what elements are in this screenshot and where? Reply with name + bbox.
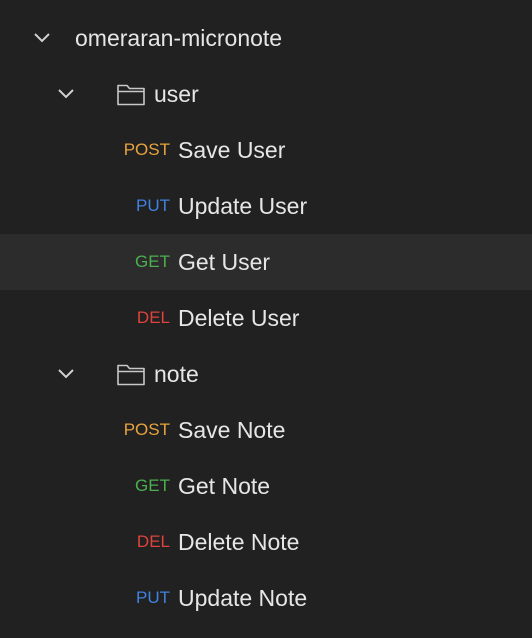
request-name: Update Note (178, 585, 308, 611)
request-name: Save Note (178, 417, 286, 443)
request-item[interactable]: POST Save Note (0, 402, 532, 458)
method-badge: POST (123, 420, 170, 439)
folder-item-user[interactable]: user (0, 66, 532, 122)
folder-name: user (154, 81, 199, 107)
method-badge: PUT (136, 588, 170, 607)
request-name: Update User (178, 193, 308, 219)
request-item[interactable]: GET Get Note (0, 458, 532, 514)
collection-name: omeraran-micronote (75, 25, 283, 51)
request-item[interactable]: PUT Update User (0, 178, 532, 234)
collection-tree: omeraran-micronote user POST Save User P… (0, 0, 532, 638)
chevron-down-icon[interactable] (32, 29, 52, 47)
method-badge: POST (123, 140, 170, 159)
folder-name: note (154, 361, 199, 387)
method-badge: GET (135, 476, 170, 495)
chevron-down-icon[interactable] (56, 365, 76, 383)
request-item[interactable]: POST Save User (0, 122, 532, 178)
request-name: Save User (178, 137, 286, 163)
folder-icon (116, 362, 146, 386)
request-item-selected[interactable]: GET Get User (0, 234, 532, 290)
request-item[interactable]: DEL Delete Note (0, 514, 532, 570)
method-badge: PUT (136, 196, 170, 215)
method-badge: GET (135, 252, 170, 271)
request-name: Delete Note (178, 529, 300, 555)
method-badge: DEL (136, 532, 170, 551)
method-badge: DEL (136, 308, 170, 327)
request-name: Delete User (178, 305, 300, 331)
request-item[interactable]: DEL Delete User (0, 290, 532, 346)
request-name: Get User (178, 249, 271, 275)
request-name: Get Note (178, 473, 271, 499)
collection-item[interactable]: omeraran-micronote (0, 10, 532, 66)
folder-item-note[interactable]: note (0, 346, 532, 402)
request-item[interactable]: PUT Update Note (0, 570, 532, 626)
folder-icon (116, 82, 146, 106)
chevron-down-icon[interactable] (56, 85, 76, 103)
